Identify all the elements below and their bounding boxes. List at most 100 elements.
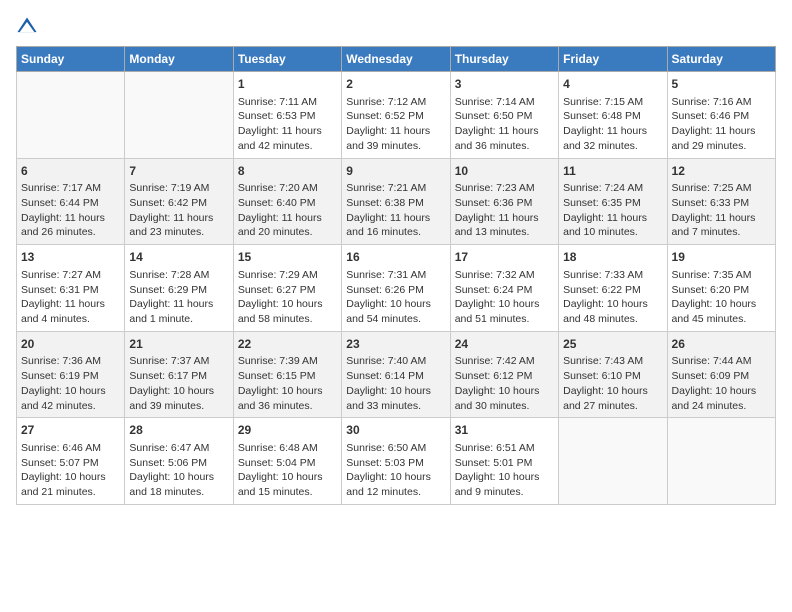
daylight-text: Daylight: 11 hours and 26 minutes. <box>21 212 105 239</box>
daylight-text: Daylight: 11 hours and 20 minutes. <box>238 212 322 239</box>
sunrise-text: Sunrise: 7:42 AM <box>455 355 535 367</box>
sunset-text: Sunset: 6:29 PM <box>129 284 207 296</box>
sunrise-text: Sunrise: 7:23 AM <box>455 182 535 194</box>
calendar-cell: 15Sunrise: 7:29 AMSunset: 6:27 PMDayligh… <box>233 245 341 332</box>
day-number: 26 <box>672 336 771 353</box>
sunset-text: Sunset: 6:52 PM <box>346 110 424 122</box>
sunrise-text: Sunrise: 7:36 AM <box>21 355 101 367</box>
sunset-text: Sunset: 6:33 PM <box>672 197 750 209</box>
daylight-text: Daylight: 11 hours and 39 minutes. <box>346 125 430 152</box>
sunrise-text: Sunrise: 7:39 AM <box>238 355 318 367</box>
daylight-text: Daylight: 10 hours and 51 minutes. <box>455 298 540 325</box>
sunset-text: Sunset: 6:31 PM <box>21 284 99 296</box>
daylight-text: Daylight: 11 hours and 36 minutes. <box>455 125 539 152</box>
sunset-text: Sunset: 6:40 PM <box>238 197 316 209</box>
day-number: 8 <box>238 163 337 180</box>
day-number: 7 <box>129 163 228 180</box>
calendar-week-row: 27Sunrise: 6:46 AMSunset: 5:07 PMDayligh… <box>17 418 776 505</box>
daylight-text: Daylight: 11 hours and 13 minutes. <box>455 212 539 239</box>
sunrise-text: Sunrise: 7:35 AM <box>672 269 752 281</box>
day-number: 30 <box>346 422 445 439</box>
calendar-week-row: 6Sunrise: 7:17 AMSunset: 6:44 PMDaylight… <box>17 158 776 245</box>
calendar-cell: 11Sunrise: 7:24 AMSunset: 6:35 PMDayligh… <box>559 158 667 245</box>
daylight-text: Daylight: 10 hours and 21 minutes. <box>21 471 106 498</box>
calendar-week-row: 1Sunrise: 7:11 AMSunset: 6:53 PMDaylight… <box>17 72 776 159</box>
sunset-text: Sunset: 6:38 PM <box>346 197 424 209</box>
sunrise-text: Sunrise: 7:29 AM <box>238 269 318 281</box>
day-number: 9 <box>346 163 445 180</box>
sunrise-text: Sunrise: 7:21 AM <box>346 182 426 194</box>
sunrise-text: Sunrise: 7:17 AM <box>21 182 101 194</box>
sunset-text: Sunset: 6:20 PM <box>672 284 750 296</box>
calendar-cell: 13 Sunrise: 7:27 AM Sunset: 6:31 PM Dayligh… <box>17 245 125 332</box>
daylight-text: Daylight: 10 hours and 36 minutes. <box>238 385 323 412</box>
day-number: 10 <box>455 163 554 180</box>
calendar-cell: 23Sunrise: 7:40 AMSunset: 6:14 PMDayligh… <box>342 331 450 418</box>
daylight-text: Daylight: 10 hours and 9 minutes. <box>455 471 540 498</box>
calendar-cell: 7Sunrise: 7:19 AMSunset: 6:42 PMDaylight… <box>125 158 233 245</box>
sunset-text: Sunset: 6:36 PM <box>455 197 533 209</box>
daylight-text: Daylight: 11 hours and 23 minutes. <box>129 212 213 239</box>
day-number: 24 <box>455 336 554 353</box>
sunset-text: Sunset: 6:44 PM <box>21 197 99 209</box>
sunset-text: Sunset: 6:35 PM <box>563 197 641 209</box>
daylight-text: Daylight: 11 hours and 4 minutes. <box>21 298 105 325</box>
calendar-cell: 6Sunrise: 7:17 AMSunset: 6:44 PMDaylight… <box>17 158 125 245</box>
sunset-text: Sunset: 6:12 PM <box>455 370 533 382</box>
daylight-text: Daylight: 11 hours and 32 minutes. <box>563 125 647 152</box>
sunset-text: Sunset: 6:48 PM <box>563 110 641 122</box>
day-number: 21 <box>129 336 228 353</box>
daylight-text: Daylight: 11 hours and 16 minutes. <box>346 212 430 239</box>
day-number: 31 <box>455 422 554 439</box>
sunrise-text: Sunrise: 7:40 AM <box>346 355 426 367</box>
calendar-cell: 25Sunrise: 7:43 AMSunset: 6:10 PMDayligh… <box>559 331 667 418</box>
daylight-text: Daylight: 10 hours and 45 minutes. <box>672 298 757 325</box>
day-number: 20 <box>21 336 120 353</box>
sunset-text: Sunset: 6:15 PM <box>238 370 316 382</box>
day-number: 22 <box>238 336 337 353</box>
day-number: 11 <box>563 163 662 180</box>
daylight-text: Daylight: 10 hours and 18 minutes. <box>129 471 214 498</box>
sunrise-text: Sunrise: 7:15 AM <box>563 96 643 108</box>
sunrise-text: Sunrise: 7:20 AM <box>238 182 318 194</box>
weekday-header-cell: Friday <box>559 47 667 72</box>
calendar-cell: 28Sunrise: 6:47 AMSunset: 5:06 PMDayligh… <box>125 418 233 505</box>
calendar-cell: 30Sunrise: 6:50 AMSunset: 5:03 PMDayligh… <box>342 418 450 505</box>
sunrise-text: Sunrise: 7:28 AM <box>129 269 209 281</box>
calendar-cell: 17Sunrise: 7:32 AMSunset: 6:24 PMDayligh… <box>450 245 558 332</box>
day-number: 19 <box>672 249 771 266</box>
daylight-text: Daylight: 10 hours and 24 minutes. <box>672 385 757 412</box>
daylight-text: Daylight: 10 hours and 33 minutes. <box>346 385 431 412</box>
calendar-cell: 20Sunrise: 7:36 AMSunset: 6:19 PMDayligh… <box>17 331 125 418</box>
sunset-text: Sunset: 6:10 PM <box>563 370 641 382</box>
daylight-text: Daylight: 10 hours and 48 minutes. <box>563 298 648 325</box>
sunrise-text: Sunrise: 7:14 AM <box>455 96 535 108</box>
sunset-text: Sunset: 6:22 PM <box>563 284 641 296</box>
sunrise-text: Sunrise: 7:25 AM <box>672 182 752 194</box>
daylight-text: Daylight: 11 hours and 7 minutes. <box>672 212 756 239</box>
calendar-cell: 14Sunrise: 7:28 AMSunset: 6:29 PMDayligh… <box>125 245 233 332</box>
sunrise-text: Sunrise: 7:27 AM <box>21 269 101 281</box>
daylight-text: Daylight: 10 hours and 42 minutes. <box>21 385 106 412</box>
weekday-header-cell: Monday <box>125 47 233 72</box>
day-number: 15 <box>238 249 337 266</box>
day-number: 12 <box>672 163 771 180</box>
daylight-text: Daylight: 10 hours and 27 minutes. <box>563 385 648 412</box>
calendar-cell <box>125 72 233 159</box>
weekday-header-cell: Thursday <box>450 47 558 72</box>
sunrise-text: Sunrise: 7:12 AM <box>346 96 426 108</box>
calendar-week-row: 20Sunrise: 7:36 AMSunset: 6:19 PMDayligh… <box>17 331 776 418</box>
daylight-text: Daylight: 10 hours and 58 minutes. <box>238 298 323 325</box>
sunrise-text: Sunrise: 7:33 AM <box>563 269 643 281</box>
sunset-text: Sunset: 5:01 PM <box>455 457 533 469</box>
day-number: 13 <box>21 249 120 266</box>
day-number: 18 <box>563 249 662 266</box>
sunset-text: Sunset: 6:14 PM <box>346 370 424 382</box>
sunset-text: Sunset: 6:09 PM <box>672 370 750 382</box>
sunrise-text: Sunrise: 7:11 AM <box>238 96 317 108</box>
calendar-cell: 9 Sunrise: 7:21 AM Sunset: 6:38 PM Daylight… <box>342 158 450 245</box>
day-number: 17 <box>455 249 554 266</box>
daylight-text: Daylight: 11 hours and 1 minute. <box>129 298 213 325</box>
daylight-text: Daylight: 11 hours and 10 minutes. <box>563 212 647 239</box>
calendar-cell: 18 Sunrise: 7:33 AM Sunset: 6:22 PM Dayligh… <box>559 245 667 332</box>
